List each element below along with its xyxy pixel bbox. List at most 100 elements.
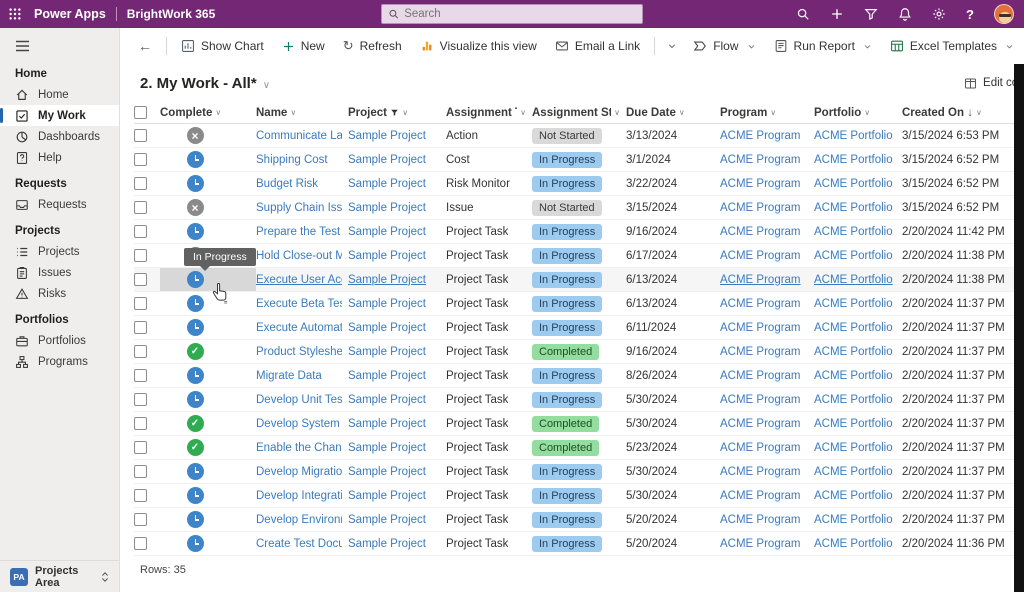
program-link[interactable]: ACME Program (720, 370, 801, 382)
table-row[interactable]: Execute Beta Test Sample Project Project… (134, 292, 1014, 316)
project-link[interactable]: Sample Project (348, 370, 426, 382)
table-row[interactable]: Execute Automated... Sample Project Proj… (134, 316, 1014, 340)
sidebar-item-projects[interactable]: Projects (0, 241, 119, 262)
table-row[interactable]: Enable the Change I... Sample Project Pr… (134, 436, 1014, 460)
project-link[interactable]: Sample Project (348, 178, 426, 190)
task-name-link[interactable]: Migrate Data (256, 370, 322, 382)
column-header-created-on[interactable]: Created On ↓∨ (902, 102, 1014, 123)
row-checkbox[interactable] (134, 297, 147, 310)
task-name-link[interactable]: Execute User Accep... (256, 274, 342, 286)
table-row[interactable]: Supply Chain Issue Sample Project Issue … (134, 196, 1014, 220)
sidebar-item-programs[interactable]: Programs (0, 351, 119, 372)
complete-status-icon[interactable] (187, 223, 204, 240)
sidebar-item-risks[interactable]: Risks (0, 283, 119, 304)
refresh-button[interactable]: ↻ Refresh (335, 33, 410, 59)
view-selector[interactable]: 2. My Work - All*∨ (140, 75, 270, 92)
complete-status-icon[interactable] (187, 151, 204, 168)
program-link[interactable]: ACME Program (720, 250, 801, 262)
row-checkbox[interactable] (134, 393, 147, 406)
row-checkbox[interactable] (134, 537, 147, 550)
complete-status-icon[interactable] (187, 127, 204, 144)
show-chart-button[interactable]: Show Chart (173, 34, 272, 58)
row-checkbox[interactable] (134, 513, 147, 526)
column-header-portfolio[interactable]: Portfolio∨ (814, 102, 902, 123)
project-link[interactable]: Sample Project (348, 490, 426, 502)
column-header-name[interactable]: Name∨ (256, 102, 348, 123)
complete-status-icon[interactable] (187, 319, 204, 336)
portfolio-link[interactable]: ACME Portfolio (814, 130, 893, 142)
complete-status-icon[interactable] (187, 343, 204, 360)
program-link[interactable]: ACME Program (720, 538, 801, 550)
portfolio-link[interactable]: ACME Portfolio (814, 418, 893, 430)
project-link[interactable]: Sample Project (348, 346, 426, 358)
table-row[interactable]: Hold Close-out Me... Sample Project Proj… (134, 244, 1014, 268)
portfolio-link[interactable]: ACME Portfolio (814, 250, 893, 262)
task-name-link[interactable]: Hold Close-out Me... (256, 250, 342, 262)
row-checkbox[interactable] (134, 369, 147, 382)
task-name-link[interactable]: Develop Integration... (256, 490, 342, 502)
table-row[interactable]: Develop System Tests Sample Project Proj… (134, 412, 1014, 436)
program-link[interactable]: ACME Program (720, 178, 801, 190)
column-header-assignment-type[interactable]: Assignment Type∨ (446, 102, 532, 123)
complete-status-icon[interactable] (187, 439, 204, 456)
row-checkbox[interactable] (134, 489, 147, 502)
table-row[interactable]: Communicate Launch Sample Project Action… (134, 124, 1014, 148)
table-row[interactable]: Execute User Accep... Sample Project Pro… (134, 268, 1014, 292)
program-link[interactable]: ACME Program (720, 346, 801, 358)
task-name-link[interactable]: Product Stylesheet (256, 346, 342, 358)
project-link[interactable]: Sample Project (348, 394, 426, 406)
table-row[interactable]: Develop Integration... Sample Project Pr… (134, 484, 1014, 508)
complete-status-icon[interactable] (187, 199, 204, 216)
portfolio-link[interactable]: ACME Portfolio (814, 442, 893, 454)
select-all-checkbox[interactable] (134, 106, 147, 119)
column-header-due-date[interactable]: Due Date∨ (626, 102, 720, 123)
sidebar-item-portfolios[interactable]: Portfolios (0, 330, 119, 351)
row-checkbox[interactable] (134, 465, 147, 478)
task-name-link[interactable]: Create Test Docume... (256, 538, 342, 550)
complete-status-icon[interactable] (187, 295, 204, 312)
program-link[interactable]: ACME Program (720, 154, 801, 166)
program-link[interactable]: ACME Program (720, 298, 801, 310)
task-name-link[interactable]: Communicate Launch (256, 130, 342, 142)
task-name-link[interactable]: Supply Chain Issue (256, 202, 342, 214)
complete-status-icon[interactable] (187, 535, 204, 552)
row-checkbox[interactable] (134, 129, 147, 142)
settings-gear-icon[interactable] (932, 7, 946, 21)
program-link[interactable]: ACME Program (720, 202, 801, 214)
run-report-button[interactable]: Run Report (766, 34, 880, 58)
complete-status-icon[interactable] (187, 511, 204, 528)
task-name-link[interactable]: Shipping Cost (256, 154, 328, 166)
task-name-link[interactable]: Execute Automated... (256, 322, 342, 334)
filter-icon[interactable] (864, 7, 878, 21)
user-avatar[interactable] (994, 4, 1014, 24)
program-link[interactable]: ACME Program (720, 490, 801, 502)
program-link[interactable]: ACME Program (720, 418, 801, 430)
portfolio-link[interactable]: ACME Portfolio (814, 394, 893, 406)
program-link[interactable]: ACME Program (720, 322, 801, 334)
program-link[interactable]: ACME Program (720, 274, 801, 286)
complete-status-icon[interactable] (187, 175, 204, 192)
program-link[interactable]: ACME Program (720, 514, 801, 526)
sidebar-item-dashboards[interactable]: Dashboards (0, 126, 119, 147)
complete-status-icon[interactable] (187, 487, 204, 504)
column-header-program[interactable]: Program∨ (720, 102, 814, 123)
row-checkbox[interactable] (134, 153, 147, 166)
excel-templates-button[interactable]: Excel Templates (882, 34, 1022, 58)
table-row[interactable]: Create Test Docume... Sample Project Pro… (134, 532, 1014, 556)
row-checkbox[interactable] (134, 441, 147, 454)
table-row[interactable]: Develop Migration ... Sample Project Pro… (134, 460, 1014, 484)
complete-status-icon[interactable] (187, 415, 204, 432)
project-link[interactable]: Sample Project (348, 418, 426, 430)
task-name-link[interactable]: Enable the Change I... (256, 442, 342, 454)
visualize-view-button[interactable]: Visualize this view (412, 34, 545, 58)
task-name-link[interactable]: Develop Migration ... (256, 466, 342, 478)
task-name-link[interactable]: Execute Beta Test (256, 298, 342, 310)
search-icon-button[interactable] (796, 7, 810, 21)
table-row[interactable]: Budget Risk Sample Project Risk Monitor … (134, 172, 1014, 196)
sidebar-item-requests[interactable]: Requests (0, 194, 119, 215)
portfolio-link[interactable]: ACME Portfolio (814, 274, 893, 286)
flow-button[interactable]: Flow (685, 34, 763, 58)
row-checkbox[interactable] (134, 225, 147, 238)
row-checkbox[interactable] (134, 345, 147, 358)
table-row[interactable]: Product Stylesheet Sample Project Projec… (134, 340, 1014, 364)
